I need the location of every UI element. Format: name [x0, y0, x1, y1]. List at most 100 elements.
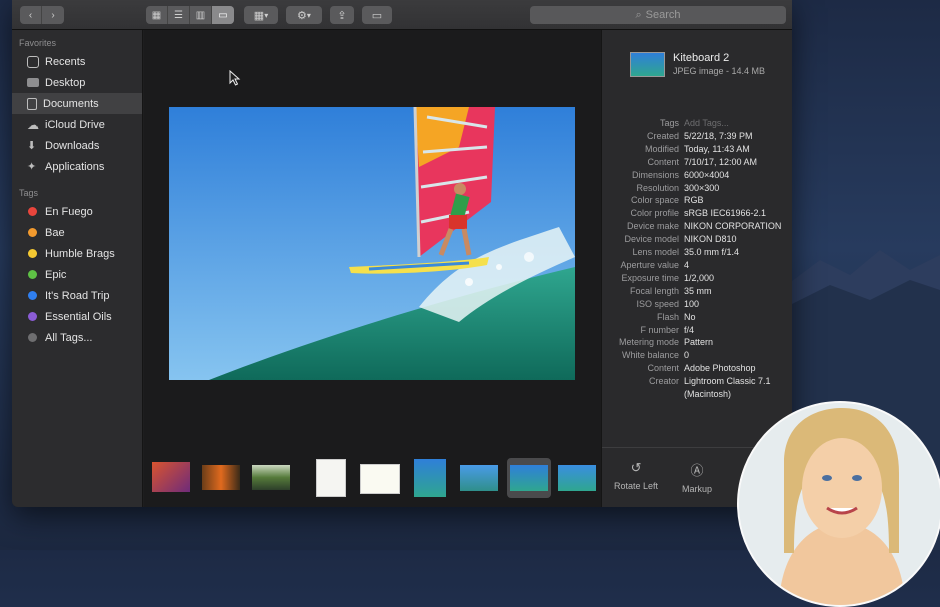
metadata-key: Device make: [626, 221, 679, 232]
sidebar-tag-all-tags[interactable]: All Tags...: [12, 327, 142, 348]
metadata-value: 1/2,000: [684, 272, 715, 283]
preview-image[interactable]: [169, 107, 575, 380]
sidebar-item-applications[interactable]: ✦ Applications: [12, 156, 142, 177]
sidebar-item-label: Documents: [43, 97, 99, 110]
sidebar-item-downloads[interactable]: ⬇ Downloads: [12, 135, 142, 156]
purple-tag-dot: [28, 312, 37, 321]
desktop-icon: [27, 78, 39, 87]
group-by-button[interactable]: ▦ ▾: [244, 6, 278, 24]
sidebar-tag-road-trip[interactable]: It's Road Trip: [12, 285, 142, 306]
sidebar-tag-label: All Tags...: [45, 331, 93, 344]
list-view-button[interactable]: ☰: [168, 6, 190, 24]
share-button[interactable]: ⇪: [330, 6, 354, 24]
metadata-row: Focal length 35 mm: [602, 285, 792, 298]
file-header: Kiteboard 2 JPEG image - 14.4 MB: [630, 52, 765, 77]
thumbnail-2[interactable]: [202, 465, 240, 490]
chevron-right-icon[interactable]: ›: [42, 6, 64, 24]
yellow-tag-dot: [28, 249, 37, 258]
share-icon: ⇪: [337, 9, 347, 22]
download-icon: ⬇: [27, 140, 37, 152]
sidebar: Favorites Recents Desktop Documents ☁ iC…: [12, 30, 143, 507]
metadata-row: White balance 0: [602, 349, 792, 362]
metadata-key: Lens model: [632, 247, 679, 258]
thumbnail-3[interactable]: [252, 465, 290, 490]
search-placeholder: Search: [645, 9, 681, 21]
search-field[interactable]: ⌕ Search: [530, 6, 786, 24]
metadata-value: Pattern: [684, 337, 714, 348]
metadata-row: Lens model 35.0 mm f/1.4: [602, 246, 792, 259]
thumbnail-strip: [144, 448, 609, 507]
sidebar-tag-humble-brags[interactable]: Humble Brags: [12, 243, 142, 264]
metadata-list: Tags Add Tags... Created 5/22/18, 7:39 PM Mo…: [602, 117, 792, 401]
metadata-key: Content: [647, 363, 679, 374]
metadata-value: NIKON CORPORATION: [684, 221, 782, 232]
add-tags-field[interactable]: Add Tags...: [684, 117, 789, 130]
thumbnail-9[interactable]: [558, 465, 596, 491]
action-button[interactable]: ⚙ ▾: [286, 6, 322, 24]
sidebar-item-icloud-drive[interactable]: ☁ iCloud Drive: [12, 114, 142, 135]
presenter-video: [739, 403, 940, 605]
webcam-overlay: [737, 401, 940, 607]
chevron-left-icon[interactable]: ‹: [20, 6, 42, 24]
sidebar-item-label: Downloads: [45, 139, 100, 152]
metadata-key: Resolution: [636, 182, 679, 193]
markup-label: Markup: [682, 484, 713, 494]
gray-tag-dot: [28, 333, 37, 342]
thumbnail-8-selected[interactable]: [507, 458, 551, 498]
sidebar-tag-en-fuego[interactable]: En Fuego: [12, 201, 142, 222]
icon-view-button[interactable]: ▦: [146, 6, 168, 24]
metadata-row: Aperture value 4: [602, 259, 792, 272]
chevron-down-icon: ▾: [264, 10, 269, 20]
metadata-key: Created: [646, 130, 679, 141]
sidebar-item-desktop[interactable]: Desktop: [12, 72, 142, 93]
grid-icon: ▦: [253, 9, 265, 22]
navigation-buttons: ‹ ›: [20, 6, 64, 24]
metadata-key: Modified: [644, 143, 679, 154]
metadata-row: Metering mode Pattern: [602, 336, 792, 349]
mouse-cursor-icon: [229, 70, 241, 86]
thumbnail-7[interactable]: [460, 465, 498, 491]
metadata-row: Modified Today, 11:43 AM: [602, 143, 792, 156]
sidebar-tag-epic[interactable]: Epic: [12, 264, 142, 285]
sidebar-tag-label: En Fuego: [45, 205, 93, 218]
metadata-key: White balance: [621, 350, 679, 361]
sidebar-item-label: Recents: [45, 55, 86, 68]
metadata-value: f/4: [684, 324, 695, 335]
markup-button[interactable]: Ⓐ Markup: [682, 460, 712, 494]
tags-button[interactable]: ▭: [362, 6, 392, 24]
metadata-value: 35.0 mm f/1.4: [684, 247, 740, 258]
metadata-key: Color profile: [630, 208, 679, 219]
sidebar-item-documents[interactable]: Documents: [12, 93, 142, 114]
metadata-value: 0: [684, 350, 690, 361]
tag-icon: ▭: [371, 9, 383, 22]
thumbnail-5[interactable]: [360, 464, 400, 494]
file-thumbnail: [630, 52, 665, 77]
sidebar-tag-bae[interactable]: Bae: [12, 222, 142, 243]
thumbnail-6[interactable]: [414, 459, 446, 497]
sidebar-tag-label: It's Road Trip: [45, 289, 110, 302]
thumbnail-1[interactable]: [152, 462, 190, 492]
rotate-left-button[interactable]: ↺ Rotate Left: [614, 460, 658, 491]
metadata-key: Aperture value: [620, 259, 679, 270]
file-name: Kiteboard 2: [673, 52, 730, 64]
cloud-icon: ☁: [27, 117, 39, 132]
thumbnail-4[interactable]: [316, 459, 346, 497]
tags-header: Tags: [19, 188, 39, 198]
metadata-key: Metering mode: [618, 337, 679, 348]
metadata-row: Content 7/10/17, 12:00 AM: [602, 156, 792, 169]
metadata-key: Creator: [648, 376, 679, 387]
gallery-view-button[interactable]: ▭: [212, 6, 234, 24]
metadata-row[interactable]: Tags Add Tags...: [602, 117, 792, 130]
red-tag-dot: [28, 207, 37, 216]
rotate-left-icon: ↺: [630, 460, 642, 475]
metadata-row: F number f/4: [602, 324, 792, 337]
orange-tag-dot: [28, 228, 37, 237]
sidebar-tag-essential-oils[interactable]: Essential Oils: [12, 306, 142, 327]
column-view-button[interactable]: ▥: [190, 6, 212, 24]
finder-window: ‹ › ▦ ☰ ▥ ▭ ▦ ▾ ⚙ ▾ ⇪ ▭ ⌕ Search Favorites: [12, 0, 792, 507]
sidebar-item-recents[interactable]: Recents: [12, 51, 142, 72]
applications-icon: ✦: [27, 161, 37, 173]
metadata-value: Lightroom Classic 7.1 (Macintosh): [684, 376, 771, 400]
metadata-key: Exposure time: [621, 272, 679, 283]
metadata-row: Creator Lightroom Classic 7.1 (Macintosh): [602, 375, 792, 401]
